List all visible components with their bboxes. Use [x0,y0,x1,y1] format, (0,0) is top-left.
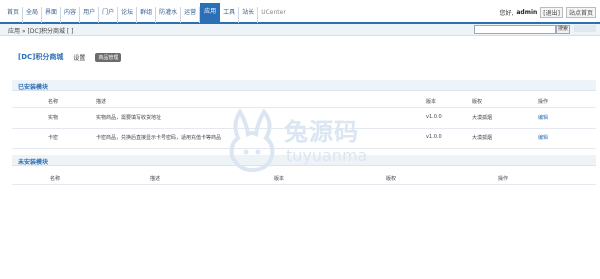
col-desc: 描述 [96,99,107,105]
nav-home[interactable]: 首页 [4,7,24,23]
nav-founder[interactable]: 站长 [239,7,259,23]
edit-link[interactable]: 编辑 [538,114,548,121]
logout-button[interactable]: [退出] [540,7,563,18]
rabbit-logo-icon [229,108,275,173]
installed-section-header: 已安装模块 [12,80,596,91]
col-copyright: 版权 [386,176,397,182]
row-copyright: 大漠孤烟 [472,115,493,121]
col-version: 版本 [274,176,285,182]
nav-global[interactable]: 全局 [23,7,43,23]
edit-link[interactable]: 编辑 [538,134,548,141]
watermark-subtext: tuyuanma [286,146,368,165]
uninstalled-section-title: 未安装模块 [18,159,49,166]
col-action: 操作 [498,176,509,182]
nav-apps[interactable]: 应用 [200,3,221,23]
breadcrumb: 应用 » [DC]积分商城 [ ] [8,28,74,35]
row-version: v1.0.0 [426,134,442,140]
watermark: 兔源码 tuyuanma [222,104,372,174]
site-home-link[interactable]: 站点首页 [565,7,596,18]
breadcrumb-bar: 应用 » [DC]积分商城 [ ] 搜索 [0,24,600,36]
col-copyright: 版权 [472,99,483,105]
watermark-text: 兔源码 [284,118,359,146]
username: admin [516,9,538,16]
installed-section-title: 已安装模块 [18,84,49,91]
row-name: 卡密 [48,135,59,141]
plugin-title: [DC]积分商城 [18,53,64,61]
row-desc: 实物商品，需要填写收货地址 [96,115,162,121]
nav-portal[interactable]: 门户 [99,7,119,23]
menu-settings[interactable]: 设置 [73,53,85,62]
search-option[interactable] [574,25,596,32]
nav-operations[interactable]: 运营 [181,7,201,23]
col-desc: 描述 [150,176,161,182]
nav-forum[interactable]: 论坛 [118,7,138,23]
col-name: 名称 [50,176,61,182]
nav-users[interactable]: 用户 [80,7,100,23]
menu-goods-management[interactable]: 商品管理 [95,52,122,62]
col-name: 名称 [48,99,59,105]
nav-interface[interactable]: 界面 [42,7,62,23]
top-navigation: 首页 全局 界面 内容 用户 门户 论坛 群组 防灌水 运营 应用 工具 站长 … [0,0,600,24]
plugin-header: [DC]积分商城 设置 商品管理 [18,52,122,62]
main-nav: 首页 全局 界面 内容 用户 门户 论坛 群组 防灌水 运营 应用 工具 站长 … [4,3,289,23]
nav-tools[interactable]: 工具 [220,7,240,23]
nav-ucenter[interactable]: UCenter [258,7,289,23]
search-input[interactable] [474,25,556,34]
row-name: 实物 [48,115,59,121]
nav-content[interactable]: 内容 [61,7,81,23]
greeting-text: 您好, [499,10,514,17]
search-button[interactable]: 搜索 [556,25,570,34]
row-desc: 卡密商品，兑换后直接显示卡号密码，适用充值卡等商品 [96,135,222,141]
nav-antispam[interactable]: 防灌水 [156,7,182,23]
nav-groups[interactable]: 群组 [137,7,157,23]
row-copyright: 大漠孤烟 [472,135,493,141]
col-version: 版本 [426,99,437,105]
col-action: 操作 [538,99,549,105]
user-info: 您好, admin [退出] 站点首页 [499,7,596,18]
row-version: v1.0.0 [426,114,442,120]
